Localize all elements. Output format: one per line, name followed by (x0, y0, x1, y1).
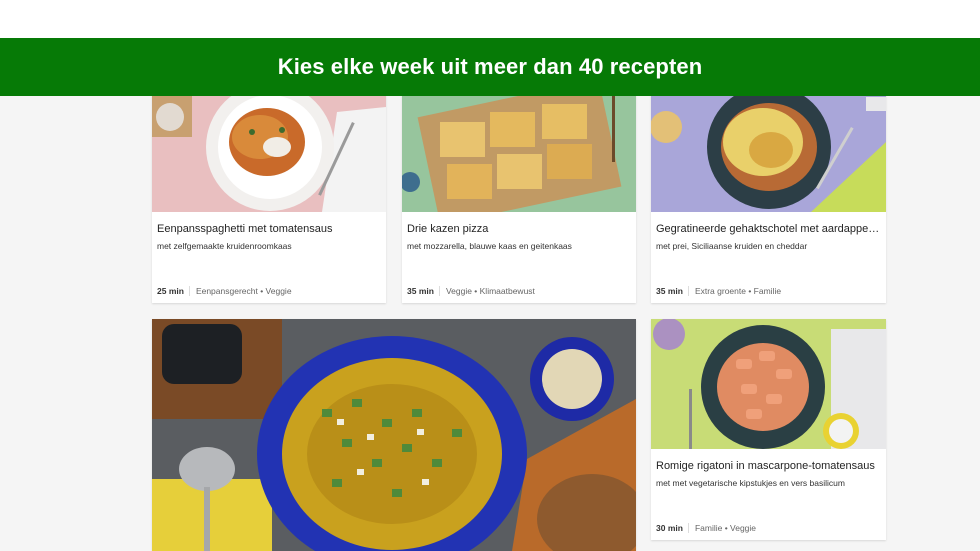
recipe-time: 35 min (407, 286, 440, 296)
recipe-meta: 30 min Familie • Veggie (656, 523, 881, 533)
recipe-time: 25 min (157, 286, 190, 296)
recipe-meta: 35 min Extra groente • Familie (656, 286, 881, 296)
recipe-tags: Eenpansgerecht • Veggie (195, 286, 292, 296)
recipe-image (651, 319, 886, 449)
top-bar (0, 0, 980, 38)
recipe-title[interactable]: Drie kazen pizza (407, 223, 631, 235)
recipe-time: 35 min (656, 286, 689, 296)
recipe-subtitle: met zelfgemaakte kruidenroomkaas (157, 241, 292, 251)
recipe-tags: Familie • Veggie (694, 523, 757, 533)
recipe-title[interactable]: Eenpansspaghetti met tomatensaus (157, 223, 381, 235)
recipe-image (152, 319, 636, 551)
recipe-card-gehaktschotel[interactable]: Gegratineerde gehaktschotel met aardappe… (651, 82, 886, 303)
recipe-time: 30 min (656, 523, 689, 533)
recipe-title[interactable]: Romige rigatoni in mascarpone-tomatensau… (656, 460, 881, 472)
recipe-tags: Veggie • Klimaatbewust (445, 286, 535, 296)
recipe-card-spaghetti[interactable]: Eenpansspaghetti met tomatensaus met zel… (152, 82, 386, 303)
recipe-image (152, 82, 386, 212)
recipe-title[interactable]: Gegratineerde gehaktschotel met aardappe… (656, 223, 881, 235)
recipe-card-pizza[interactable]: Drie kazen pizza met mozzarella, blauwe … (402, 82, 636, 303)
recipe-subtitle: met prei, Siciliaanse kruiden en cheddar (656, 241, 808, 251)
banner-title: Kies elke week uit meer dan 40 recepten (277, 54, 703, 79)
recipe-subtitle: met mozzarella, blauwe kaas en geitenkaa… (407, 241, 572, 251)
recipe-image (402, 82, 636, 212)
recipe-tags: Extra groente • Familie (694, 286, 782, 296)
recipe-subtitle: met met vegetarische kipstukjes en vers … (656, 478, 845, 488)
recipe-meta: 35 min Veggie • Klimaatbewust (407, 286, 631, 296)
recipe-meta: 25 min Eenpansgerecht • Veggie (157, 286, 381, 296)
recipe-image (651, 82, 886, 212)
recipe-card-rigatoni[interactable]: Romige rigatoni in mascarpone-tomatensau… (651, 319, 886, 540)
promo-banner: Kies elke week uit meer dan 40 recepten (0, 38, 980, 96)
featured-recipe-image[interactable] (152, 319, 636, 551)
